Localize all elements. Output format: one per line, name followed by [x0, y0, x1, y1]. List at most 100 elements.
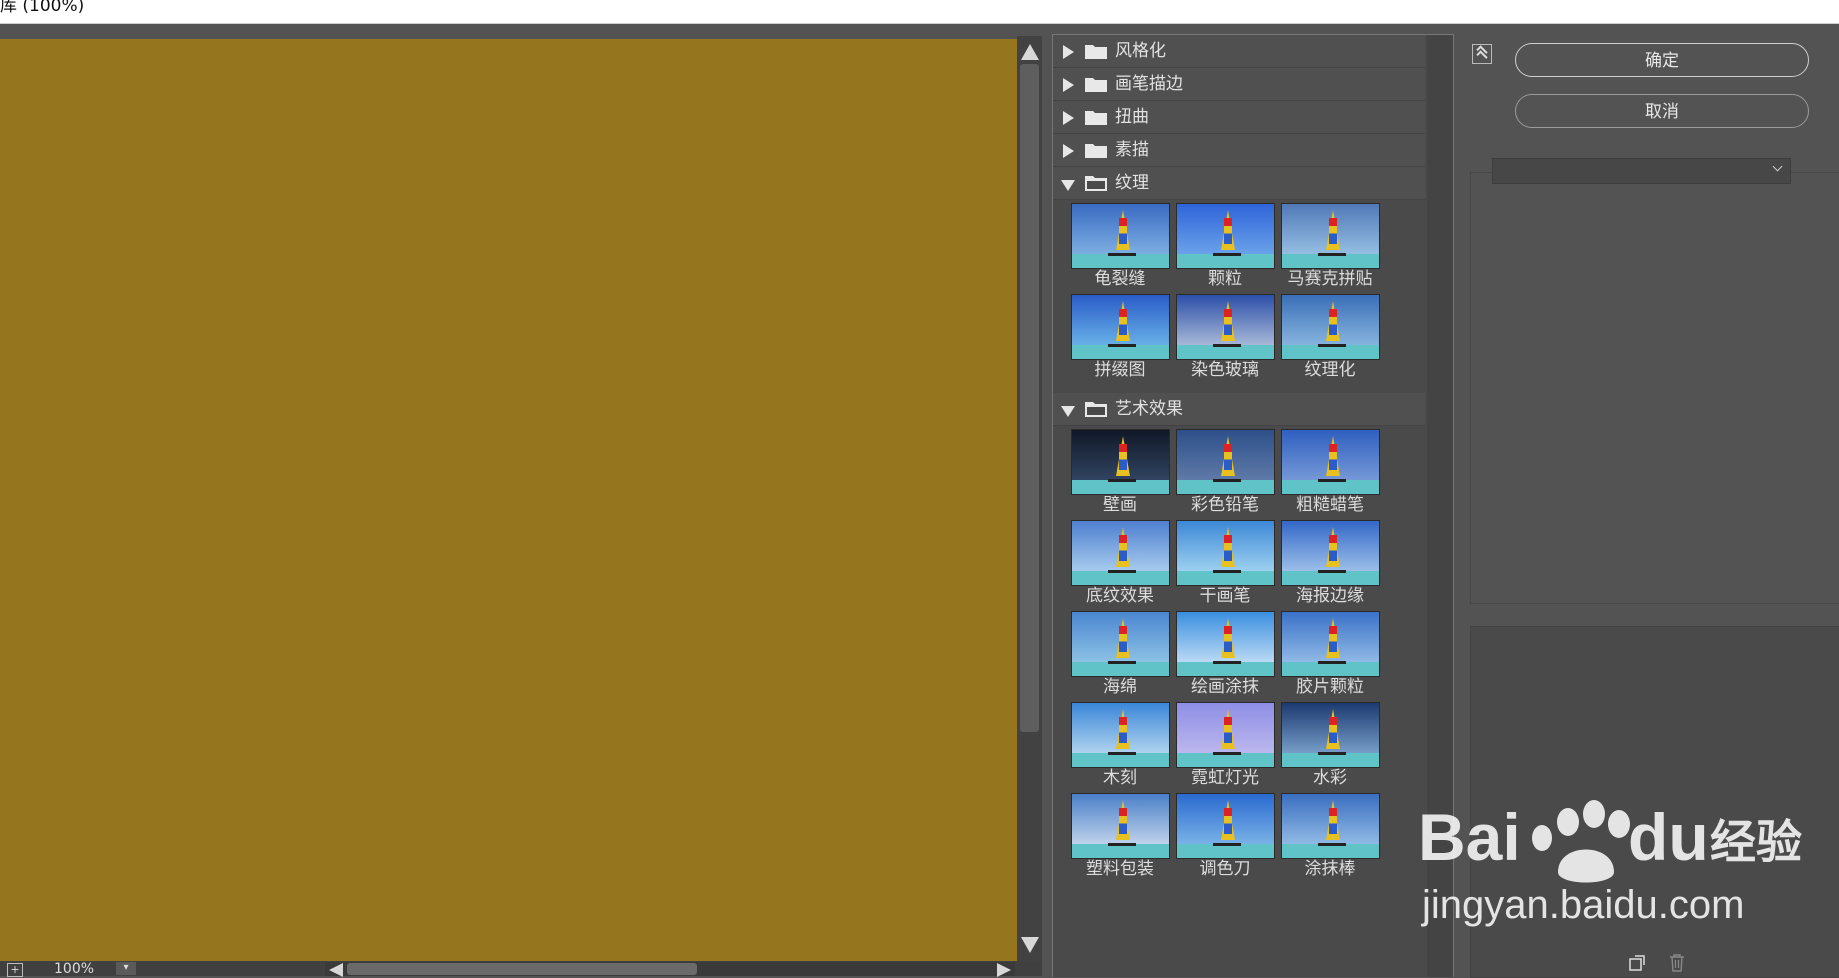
filter-name: 染色玻璃 [1191, 360, 1259, 380]
filter-preview-image[interactable] [1176, 429, 1275, 495]
window-titlebar: 库 (100%) [0, 0, 1839, 24]
filter-name: 涂抹棒 [1304, 859, 1356, 879]
folder-open-icon [1085, 175, 1107, 191]
preview-area: + 100% ▾ [0, 36, 1042, 977]
filter-name: 木刻 [1103, 768, 1137, 788]
vertical-scroll-thumb[interactable] [1020, 64, 1039, 732]
filter-name: 粗糙蜡笔 [1296, 495, 1364, 515]
filter-category-0[interactable]: 风格化 [1053, 35, 1425, 68]
filter-category-label: 画笔描边 [1115, 74, 1183, 94]
filter-category-3[interactable]: 素描 [1053, 134, 1425, 167]
triangle-right-icon[interactable] [1063, 111, 1074, 125]
filter-category-4[interactable]: 纹理 [1053, 167, 1425, 200]
filter-name: 水彩 [1313, 768, 1347, 788]
preview-horizontal-scrollbar[interactable] [325, 962, 1015, 977]
filter-preview-image[interactable] [1176, 793, 1275, 859]
filter-preview-image[interactable] [1281, 429, 1380, 495]
filter-preview-image[interactable] [1071, 702, 1170, 768]
collapse-gallery-icon[interactable] [1472, 44, 1492, 64]
filter-select[interactable] [1492, 158, 1791, 184]
filter-options-panel [1470, 172, 1839, 604]
scroll-down-arrow-icon[interactable] [1021, 937, 1039, 953]
filter-thumbnail[interactable]: 海报边缘 [1271, 520, 1395, 624]
scroll-right-arrow-icon[interactable] [997, 963, 1011, 977]
filter-name: 纹理化 [1304, 360, 1356, 380]
zoom-dropdown-button[interactable]: ▾ [116, 962, 136, 975]
filter-thumbnail-grid: 壁画 彩色铅笔 粗糙蜡笔 底纹效果 干画笔 海报边缘 海绵 绘画涂抹 胶片颗粒 木刻 霓虹灯光 水彩塑… [1053, 429, 1425, 884]
preview-canvas[interactable] [0, 39, 1017, 964]
window-title: 库 (100%) [0, 0, 85, 16]
filter-category-2[interactable]: 扭曲 [1053, 101, 1425, 134]
filter-category-5[interactable]: 艺术效果 [1053, 393, 1425, 426]
filter-preview-image[interactable] [1281, 203, 1380, 269]
filter-thumbnail[interactable]: 纹理化 [1271, 294, 1395, 398]
gallery-scrollbar[interactable] [1427, 35, 1453, 977]
filter-preview-image[interactable] [1176, 203, 1275, 269]
filter-gallery: 风格化画笔描边扭曲素描纹理龟裂缝 颗粒 马赛克拼贴拼缀图 染色玻璃 纹理化艺术效果壁画 彩… [1052, 34, 1454, 977]
preview-vertical-scrollbar[interactable] [1017, 36, 1042, 961]
filter-category-label: 素描 [1115, 140, 1149, 160]
filter-preview-image[interactable] [1071, 429, 1170, 495]
zoom-in-button[interactable]: + [7, 963, 23, 977]
filter-name: 拼缀图 [1094, 360, 1146, 380]
zoom-level: 100% [54, 961, 95, 977]
effect-layers-panel [1470, 626, 1839, 978]
scroll-up-arrow-icon[interactable] [1021, 44, 1039, 60]
filter-preview-image[interactable] [1281, 611, 1380, 677]
triangle-down-icon[interactable] [1061, 406, 1075, 417]
ok-button[interactable]: 确定 [1515, 43, 1809, 77]
folder-icon [1085, 109, 1107, 125]
filter-preview-image[interactable] [1071, 520, 1170, 586]
filter-category-1[interactable]: 画笔描边 [1053, 68, 1425, 101]
folder-icon [1085, 76, 1107, 92]
filter-name: 颗粒 [1208, 269, 1242, 289]
new-effect-layer-icon[interactable] [1629, 955, 1645, 971]
filter-category-label: 艺术效果 [1115, 399, 1183, 419]
filter-preview-image[interactable] [1281, 294, 1380, 360]
delete-effect-layer-icon[interactable] [1669, 954, 1685, 972]
filter-name: 彩色铅笔 [1191, 495, 1259, 515]
filter-preview-image[interactable] [1071, 294, 1170, 360]
triangle-right-icon[interactable] [1063, 45, 1074, 59]
filter-name: 胶片颗粒 [1296, 677, 1364, 697]
filter-preview-image[interactable] [1071, 611, 1170, 677]
filter-name: 底纹效果 [1086, 586, 1154, 606]
filter-preview-image[interactable] [1176, 294, 1275, 360]
triangle-right-icon[interactable] [1063, 78, 1074, 92]
filter-preview-image[interactable] [1071, 203, 1170, 269]
triangle-right-icon[interactable] [1063, 144, 1074, 158]
filter-preview-image[interactable] [1281, 793, 1380, 859]
horizontal-scroll-thumb[interactable] [347, 963, 697, 975]
filter-name: 干画笔 [1199, 586, 1251, 606]
settings-panel: 确定 取消 [1462, 34, 1839, 978]
filter-name: 调色刀 [1199, 859, 1251, 879]
filter-thumbnail[interactable]: 马赛克拼贴 [1271, 203, 1395, 307]
filter-preview-image[interactable] [1176, 520, 1275, 586]
filter-preview-image[interactable] [1176, 611, 1275, 677]
filter-name: 马赛克拼贴 [1287, 269, 1373, 289]
filter-name: 塑料包装 [1086, 859, 1154, 879]
filter-name: 霓虹灯光 [1191, 768, 1259, 788]
filter-thumbnail[interactable]: 粗糙蜡笔 [1271, 429, 1395, 533]
filter-name: 壁画 [1103, 495, 1137, 515]
cancel-button[interactable]: 取消 [1515, 94, 1809, 128]
filter-thumbnail[interactable]: 涂抹棒 [1271, 793, 1395, 897]
filter-preview-image[interactable] [1281, 520, 1380, 586]
triangle-down-icon[interactable] [1061, 180, 1075, 191]
filter-category-label: 风格化 [1115, 41, 1166, 61]
filter-category-label: 扭曲 [1115, 107, 1149, 127]
filter-name: 海报边缘 [1296, 586, 1364, 606]
scroll-left-arrow-icon[interactable] [329, 963, 343, 977]
folder-open-icon [1085, 401, 1107, 417]
chevron-down-icon [1772, 161, 1783, 172]
filter-preview-image[interactable] [1071, 793, 1170, 859]
filter-thumbnail[interactable]: 水彩 [1271, 702, 1395, 806]
filter-thumbnail-grid: 龟裂缝 颗粒 马赛克拼贴拼缀图 染色玻璃 纹理化 [1053, 203, 1425, 385]
filter-thumbnail[interactable]: 胶片颗粒 [1271, 611, 1395, 715]
folder-icon [1085, 142, 1107, 158]
filter-preview-image[interactable] [1176, 702, 1275, 768]
folder-icon [1085, 43, 1107, 59]
filter-preview-image[interactable] [1281, 702, 1380, 768]
filter-name: 龟裂缝 [1094, 269, 1146, 289]
preview-statusbar: + 100% ▾ [0, 961, 1042, 977]
